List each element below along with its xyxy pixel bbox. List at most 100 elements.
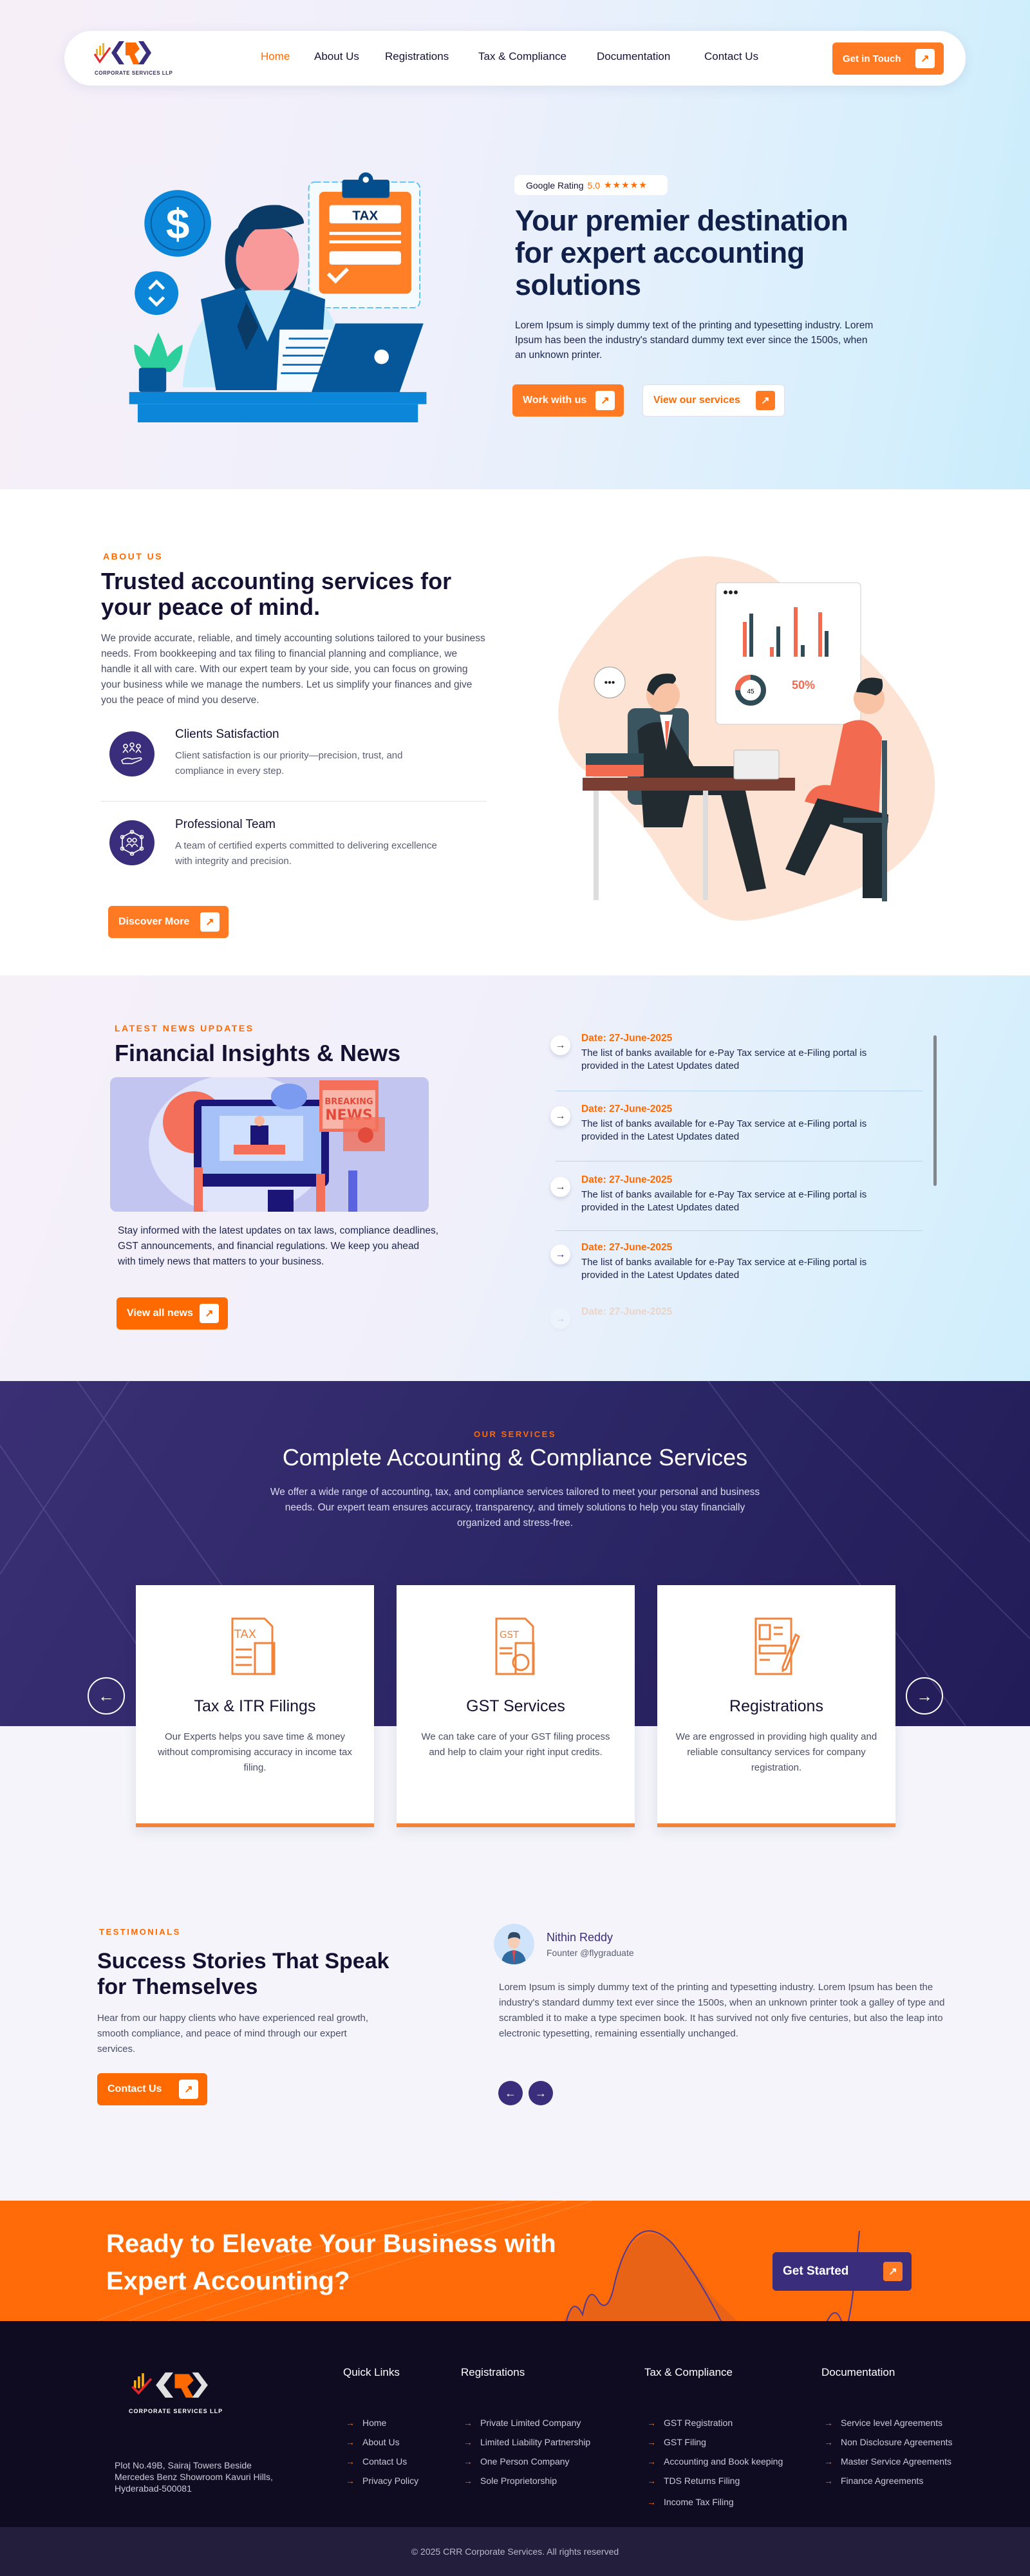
about-eyebrow: ABOUT US [103, 551, 164, 561]
footer-link[interactable]: → Limited Liability Partnership [464, 2437, 590, 2447]
arrow-right-icon: → [647, 2497, 656, 2507]
arrow-right-icon: → [346, 2418, 355, 2428]
hero-section: CORPORATE SERVICES LLP Home About Us Reg… [0, 0, 1030, 489]
news-item[interactable]: → Date: 27-June-2025 The list of banks ava… [550, 1033, 924, 1102]
news-item[interactable]: → Date: 27-June-2025 The list of banks ava… [550, 1242, 924, 1312]
footer-link[interactable]: → Contact Us [346, 2456, 407, 2467]
news-item[interactable]: → Date: 27-June-2025 [550, 1306, 924, 1376]
footer-link[interactable]: → About Us [346, 2437, 400, 2447]
about-description: We provide accurate, reliable, and timel… [101, 633, 485, 706]
footer-link-label: Master Service Agreements [841, 2456, 951, 2467]
card-title: GST Services [466, 1697, 565, 1715]
footer-link-label: TDS Returns Filing [664, 2476, 740, 2486]
footer-link[interactable]: → Private Limited Company [464, 2418, 581, 2428]
nav-tax-compliance[interactable]: Tax & Compliance [478, 50, 566, 63]
view-our-services-button[interactable]: View our services ↗ [642, 384, 785, 417]
footer-link[interactable]: → Privacy Policy [346, 2476, 418, 2486]
carousel-prev-button[interactable]: ← [88, 1677, 125, 1715]
get-in-touch-button[interactable]: Get in Touch ↗ [832, 42, 944, 75]
card-description: We are engrossed in providing high quali… [675, 1731, 877, 1773]
footer-column-title: Quick Links [343, 2366, 400, 2378]
footer-link[interactable]: → Home [346, 2418, 386, 2428]
footer-link-label: GST Filing [664, 2437, 706, 2447]
footer-link[interactable]: → GST Filing [647, 2437, 706, 2447]
arrow-right-icon: → [647, 2476, 656, 2486]
service-card[interactable]: Registrations We are engrossed in provid… [657, 1585, 895, 1827]
view-our-services-label: View our services [653, 395, 740, 406]
work-with-us-button[interactable]: Work with us ↗ [512, 384, 624, 417]
testimonials-title: Success Stories That Speak for Themselve… [97, 1949, 389, 1999]
arrow-up-right-icon: ↗ [595, 391, 615, 410]
footer-link[interactable]: → Accounting and Book keeping [647, 2456, 783, 2467]
footer-logo[interactable]: CORPORATE SERVICES LLP [129, 2369, 235, 2416]
footer-link[interactable]: → Income Tax Filing [647, 2497, 734, 2507]
footer-column-title: Documentation [821, 2366, 895, 2378]
view-all-news-label: View all news [127, 1308, 193, 1319]
svg-text:GST: GST [500, 1629, 520, 1641]
svg-text:•••: ••• [604, 677, 615, 688]
testimonial-next-button[interactable]: → [529, 2081, 553, 2105]
footer-link[interactable]: → Master Service Agreements [824, 2456, 951, 2467]
carousel-next-button[interactable]: → [906, 1677, 943, 1715]
footer-column-title: Registrations [461, 2366, 525, 2378]
feature-description: Client satisfaction is our priority—prec… [175, 750, 403, 776]
view-all-news-button[interactable]: View all news ↗ [117, 1297, 228, 1330]
footer-link[interactable]: → Sole Proprietorship [464, 2476, 557, 2486]
news-date: Date: 27-June-2025 [581, 1104, 673, 1114]
svg-text:$: $ [166, 200, 190, 247]
footer-link[interactable]: → Service level Agreements [824, 2418, 942, 2428]
services-title: Complete Accounting & Compliance Service… [282, 1444, 748, 1471]
nav-registrations[interactable]: Registrations [385, 50, 449, 63]
discover-more-button[interactable]: Discover More ↗ [108, 906, 229, 938]
news-section: LATEST NEWS UPDATES Financial Insights &… [0, 975, 1030, 1381]
news-text: The list of banks available for e-Pay Ta… [581, 1048, 867, 1071]
arrow-right-icon: → [550, 1106, 570, 1126]
professional-team-icon [109, 820, 154, 865]
footer-link[interactable]: → One Person Company [464, 2456, 570, 2467]
divider [556, 1230, 922, 1231]
footer-link[interactable]: → TDS Returns Filing [647, 2476, 740, 2486]
logo[interactable]: CORPORATE SERVICES LLP [93, 40, 177, 79]
arrow-left-icon: ← [505, 2086, 516, 2100]
footer-link-label: Private Limited Company [480, 2418, 581, 2428]
rating-stars-icon: ★★★★★ [603, 180, 648, 190]
nav-contact-us[interactable]: Contact Us [704, 50, 758, 63]
footer-link-label: Contact Us [362, 2456, 407, 2467]
meeting-illustration: 45 50% ••• [558, 556, 935, 921]
scrollbar[interactable] [933, 1035, 937, 1186]
news-text: The list of banks available for e-Pay Ta… [581, 1257, 867, 1281]
footer-link[interactable]: → GST Registration [647, 2418, 733, 2428]
testimonials-eyebrow: TESTIMONIALS [99, 1927, 181, 1937]
arrow-right-icon: → [464, 2437, 473, 2447]
footer-link[interactable]: → Finance Agreements [824, 2476, 923, 2486]
services-description: We offer a wide range of accounting, tax… [270, 1487, 760, 1528]
news-item[interactable]: → Date: 27-June-2025 The list of banks ava… [550, 1104, 924, 1173]
service-card[interactable]: GST GST Services We can take care of you… [397, 1585, 635, 1827]
tax-document-icon: TAX [231, 1617, 276, 1675]
testimonials-description: Hear from our happy clients who have exp… [97, 2013, 369, 2054]
arrow-right-icon: → [647, 2437, 656, 2447]
nav-documentation[interactable]: Documentation [597, 50, 670, 63]
testimonial-prev-button[interactable]: ← [498, 2081, 523, 2105]
service-card[interactable]: TAX Tax & ITR Filings Our Experts helps … [136, 1585, 374, 1827]
arrow-right-icon: → [535, 2086, 547, 2100]
footer-link[interactable]: → Non Disclosure Agreements [824, 2437, 953, 2447]
arrow-right-icon: → [647, 2456, 656, 2467]
news-item[interactable]: → Date: 27-June-2025 The list of banks ava… [550, 1174, 924, 1244]
contact-us-button[interactable]: Contact Us ↗ [97, 2073, 207, 2105]
footer-address: Plot No.49B, Sairaj Towers Beside Merced… [115, 2460, 273, 2494]
get-started-button[interactable]: Get Started ↗ [772, 2252, 912, 2291]
feature-title: Professional Team [175, 818, 276, 831]
arrow-right-icon: → [346, 2456, 355, 2467]
news-text: The list of banks available for e-Pay Ta… [581, 1118, 867, 1142]
nav-home[interactable]: Home [261, 50, 290, 63]
get-in-touch-label: Get in Touch [843, 53, 901, 64]
card-description: Our Experts helps you save time & money … [158, 1731, 352, 1773]
logo-subtitle: CORPORATE SERVICES LLP [95, 70, 173, 76]
arrow-up-right-icon: ↗ [915, 49, 935, 68]
card-title: Tax & ITR Filings [194, 1697, 316, 1715]
tax-label: TAX [352, 208, 378, 223]
cta-title: Ready to Elevate Your Business with Expe… [106, 2230, 556, 2295]
avatar [494, 1924, 534, 1964]
nav-about-us[interactable]: About Us [314, 50, 359, 63]
